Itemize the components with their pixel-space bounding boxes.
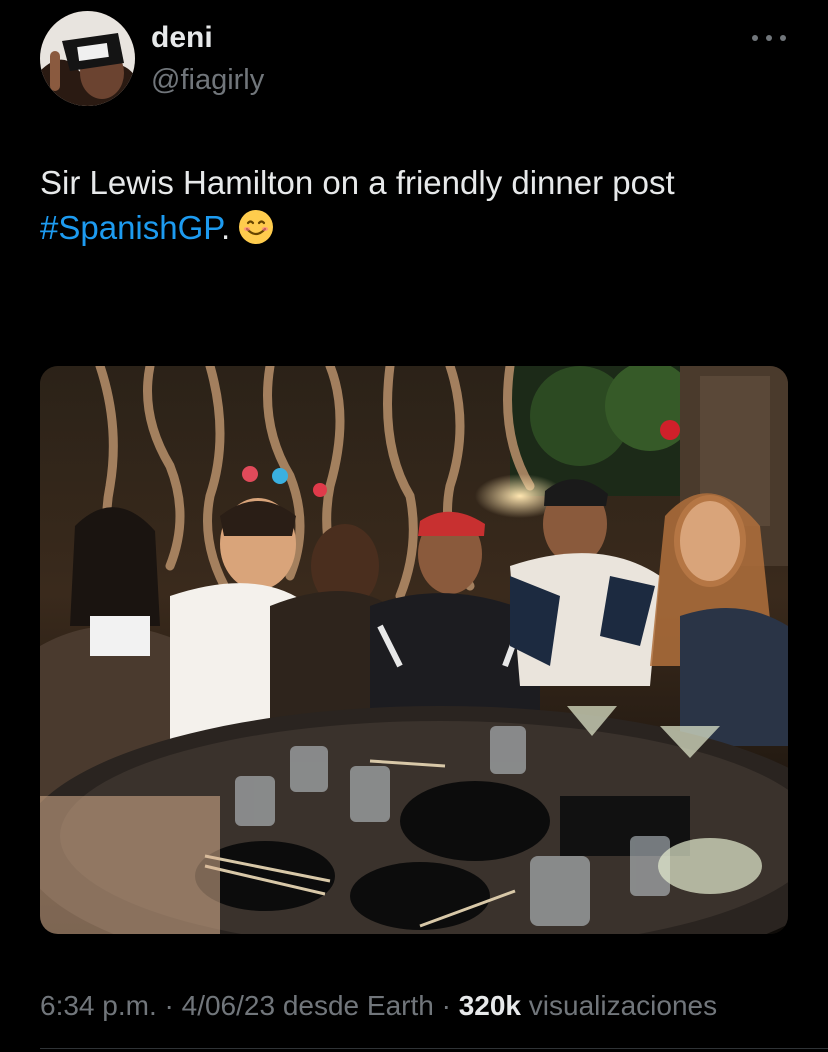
smiling-face-emoji-icon	[238, 209, 274, 256]
author-avatar[interactable]	[40, 11, 135, 106]
tweet-text-line: Sir Lewis Hamilton on a friendly dinner …	[40, 164, 675, 201]
tweet-text: Sir Lewis Hamilton on a friendly dinner …	[40, 160, 800, 256]
tweet-text-punctuation: .	[221, 209, 231, 246]
meta-separator: ·	[164, 990, 174, 1021]
hashtag-link[interactable]: #SpanishGP	[40, 209, 221, 246]
tweet-date[interactable]: 4/06/23	[182, 990, 275, 1021]
tweet-meta: 6:34 p.m. · 4/06/23 desde Earth · 320k v…	[40, 988, 717, 1024]
meta-separator: ·	[441, 990, 451, 1021]
group-dinner-photo-icon	[40, 366, 788, 934]
tweet-source: desde Earth	[282, 990, 434, 1021]
tweet-time[interactable]: 6:34 p.m.	[40, 990, 157, 1021]
views-label[interactable]: visualizaciones	[529, 990, 717, 1021]
views-count[interactable]: 320k	[459, 990, 521, 1021]
divider	[40, 1048, 828, 1049]
more-options-icon[interactable]	[752, 28, 786, 48]
author-display-name[interactable]: deni	[151, 20, 213, 56]
author-handle[interactable]: @fiagirly	[151, 62, 264, 98]
tweet-photo[interactable]	[40, 366, 788, 934]
